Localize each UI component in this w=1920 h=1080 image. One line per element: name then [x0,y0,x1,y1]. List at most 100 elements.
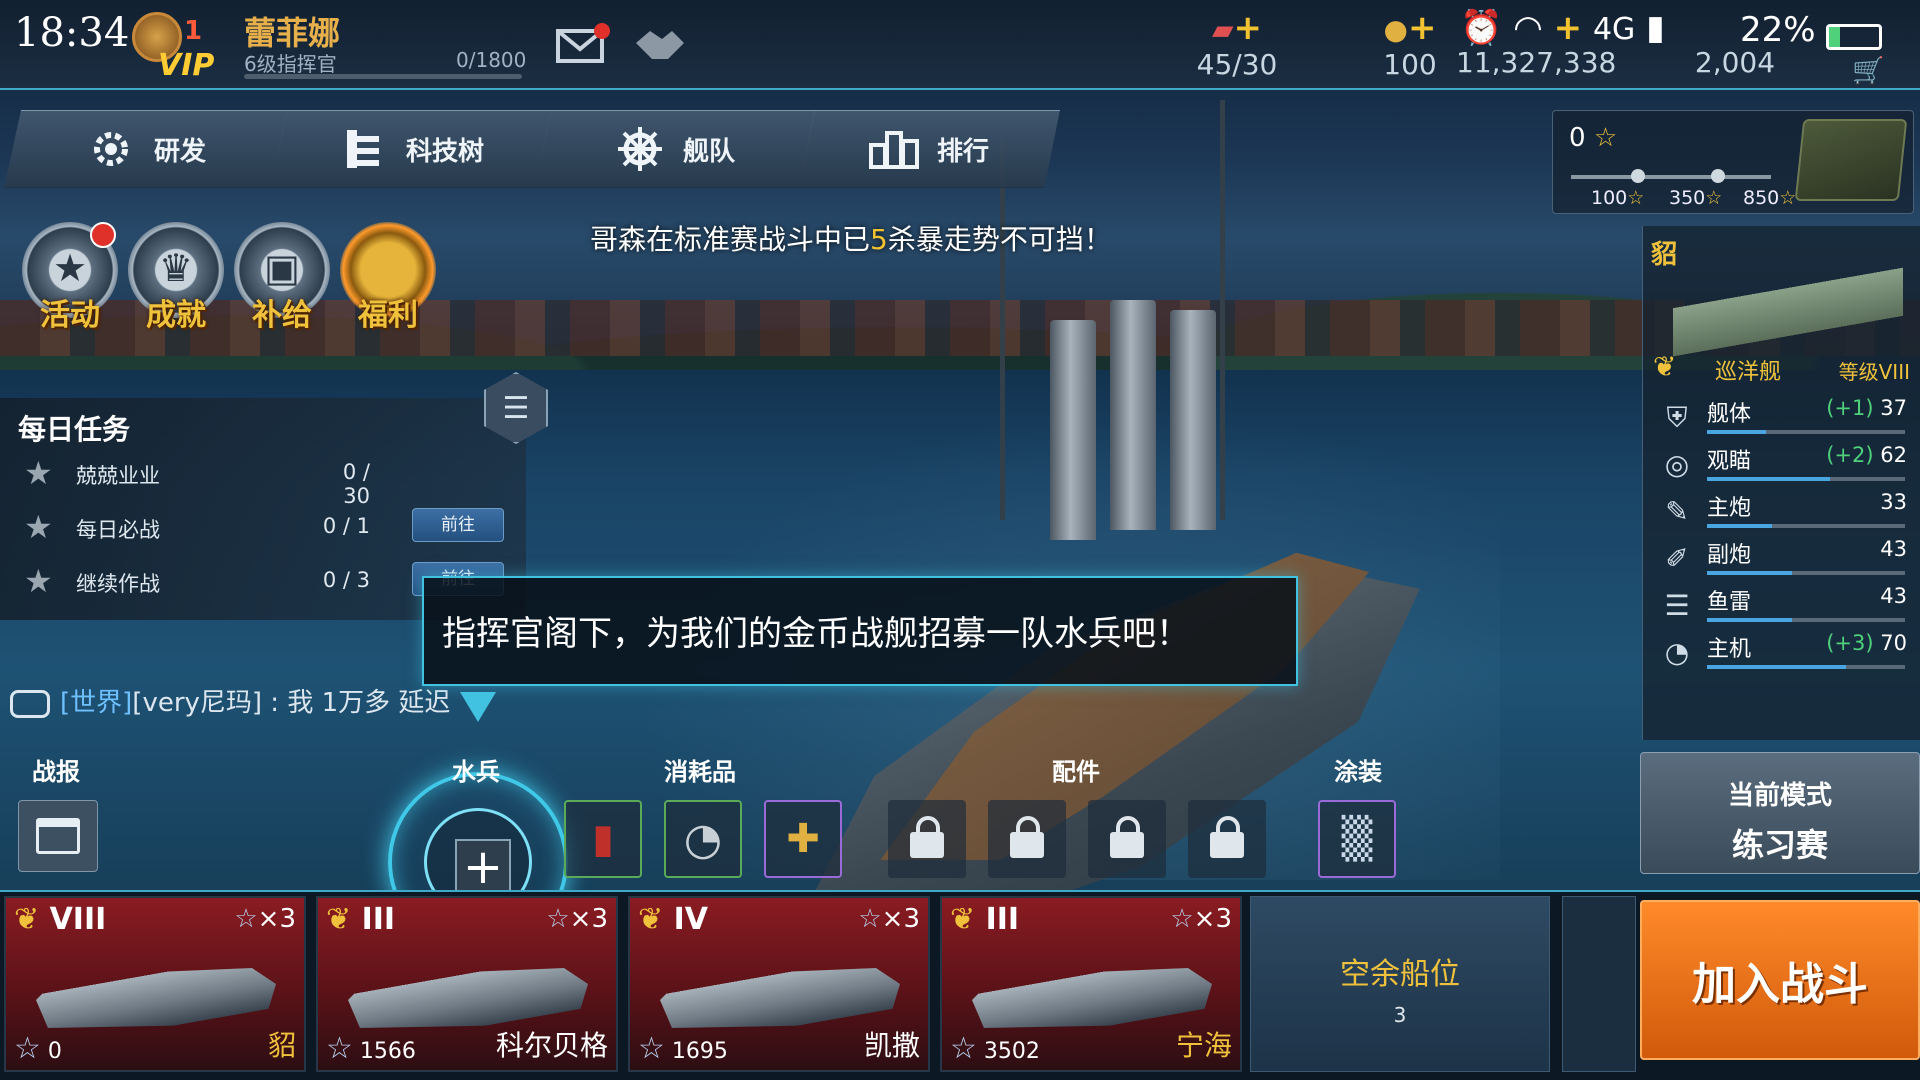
task-progress: 0 / 1 [322,514,370,538]
shortcut-label: 活动 [40,298,100,333]
main-nav: 研发 科技树 舰队 排行 [0,110,1066,188]
ship-level: 等级VIII [1838,360,1910,384]
paint-label: 涂装 [1334,758,1382,786]
tab-label: 排行 [936,136,989,167]
star-icon: ☆ [1170,904,1194,934]
tab-ranking[interactable]: 排行 [798,110,1060,188]
task-go-button[interactable]: 前往 [412,508,504,542]
part-slot-locked[interactable] [988,800,1066,878]
tab-tech-tree[interactable]: 科技树 [270,110,552,188]
shield-icon: ⛨ [1666,401,1688,434]
task-name: 继续作战 [76,572,160,596]
consumable-slot[interactable]: ▮ [564,800,642,878]
consumable-slot[interactable]: ◔ [664,800,742,878]
stat-value: (+1) 37 [1826,396,1907,420]
game-mode-button[interactable]: 当前模式 练习赛 [1640,752,1920,874]
world-chat[interactable]: [世界][very尼玛] : 我 1万多 延迟 [10,682,450,719]
ship-mast [1000,140,1005,520]
star-icon: ☆ [546,904,570,934]
ticket-counter[interactable]: ▰+ 45/30 [1192,8,1282,81]
medkit-icon: ✚ [786,816,820,862]
stat-bar [1707,477,1905,481]
fleet-bar: ❦ VIII ☆×3 ☆ 0 貂 ❦ III ☆×3 ☆ 1566 科尔贝格 ❦ IV ☆×3 ☆ … [0,890,1920,1080]
empty-slot-count: 3 [1393,1003,1407,1027]
ship-points: ☆ 0 [14,1031,62,1066]
tab-label: 科技树 [405,136,484,167]
extinguisher-icon: ▮ [591,816,614,862]
coin-counter[interactable]: ●+ 100 [1380,8,1440,81]
shortcut-supply[interactable]: ▣ 补给 [232,222,332,344]
ship-points: ☆ 1566 [326,1031,416,1066]
tier-wing-icon: ❦ [950,902,976,937]
ship-stars: ☆×3 [858,904,920,934]
silver-value: 11,327,338 [1456,46,1617,79]
star-reward-panel[interactable]: 0 ☆ 100☆ 350☆ 850☆ [1552,110,1914,214]
shop-cart-icon[interactable]: 🛒 [1852,56,1884,86]
empty-ship-slot[interactable]: 空余船位 3 [1250,896,1550,1072]
lock-icon [910,816,944,858]
task-row: ★ 兢兢业业 0 / 30 [24,454,504,508]
chat-message: [very尼玛] : 我 1万多 延迟 [132,688,451,718]
fleet-ship-card[interactable]: ❦ III ☆×3 ☆ 3502 宁海 [940,896,1242,1072]
paint-slot[interactable]: ▒ [1318,800,1396,878]
consumable-slot[interactable]: ✚ [764,800,842,878]
fleet-ship-card[interactable]: ❦ VIII ☆×3 ☆ 0 貂 [4,896,306,1072]
stat-name: 副炮 [1707,543,1752,568]
coin-icon: ●+ [1383,8,1437,48]
join-battle-button[interactable]: 加入战斗 [1640,900,1920,1060]
star-counter[interactable]: 2,004 [1690,46,1780,79]
crew-label: 水兵 [452,758,500,786]
ship-tier: ❦ III [326,902,396,937]
stat-value: 43 [1880,537,1907,561]
part-slot-locked[interactable] [1088,800,1166,878]
stat-value: (+2) 62 [1826,443,1907,467]
reward-crate-icon[interactable] [1794,119,1908,201]
chat-channel: [世界] [60,688,133,718]
news-ticker: 哥森在标准赛战斗中已5杀暴走势不可挡！ [590,223,1112,256]
shortcut-welfare[interactable]: 福利 [338,222,438,344]
tier-wing-icon: ❦ [326,902,352,937]
part-slot-locked[interactable] [888,800,966,878]
mail-button[interactable] [552,18,612,68]
stat-bar [1707,618,1905,622]
star-icon: ★ [24,562,53,600]
calendar-icon [36,818,80,854]
star-icon: ★ [24,508,53,546]
tab-fleet[interactable]: 舰队 [534,110,816,188]
shortcut-achievements[interactable]: ♛ 成就 [126,222,226,344]
alarm-icon: ⏰ [1460,8,1503,48]
fleet-ship-card[interactable]: ❦ IV ☆×3 ☆ 1695 凯撒 [628,896,930,1072]
top-status-bar: 18:34 1 VIP 蕾菲娜 6级指挥官 0/1800 ▰+ 45/30 ●+… [0,0,1920,90]
exp-bar [244,74,522,79]
network-label: 4G [1592,12,1636,47]
vip-badge[interactable]: 1 VIP [128,8,222,83]
tab-research[interactable]: 研发 [4,110,288,188]
silver-plus-icon[interactable]: + [1554,8,1583,48]
scope-icon: ◎ [1664,448,1690,481]
silver-counter[interactable]: 11,327,338 [1456,46,1617,79]
tier-wing-icon: ❦ [1653,350,1677,383]
fleet-ship-name: 科尔贝格 [495,1029,608,1062]
tutorial-dialog[interactable]: 指挥官阁下，为我们的金币战舰招募一队水兵吧！ [422,576,1298,686]
tier-wing-icon: ❦ [14,902,40,937]
vip-label: VIP [158,48,215,83]
task-progress: 0 / 30 [342,460,370,508]
stat-name: 鱼雷 [1707,590,1752,615]
battery-percent: 22% [1740,10,1816,50]
ship-image [348,968,588,1028]
ship-thumbnail [1673,244,1903,364]
battle-report-button[interactable] [18,800,98,872]
fleet-ship-card[interactable]: ❦ III ☆×3 ☆ 1566 科尔贝格 [316,896,618,1072]
stat-row-5: ◔ 主机 (+3) 70 [1643,623,1920,681]
lock-icon [1210,816,1244,858]
add-crew-button[interactable]: + [455,839,511,895]
lock-icon [1110,816,1144,858]
tab-label: 研发 [153,136,206,167]
stat-bar [1707,665,1905,669]
ship-points: ☆ 3502 [950,1031,1040,1066]
friends-button[interactable] [630,18,690,68]
tree-icon [338,124,388,174]
part-slot-locked[interactable] [1188,800,1266,878]
signal-icon: ▮ [1646,8,1665,48]
shortcut-events[interactable]: ★ 活动 [20,222,120,344]
